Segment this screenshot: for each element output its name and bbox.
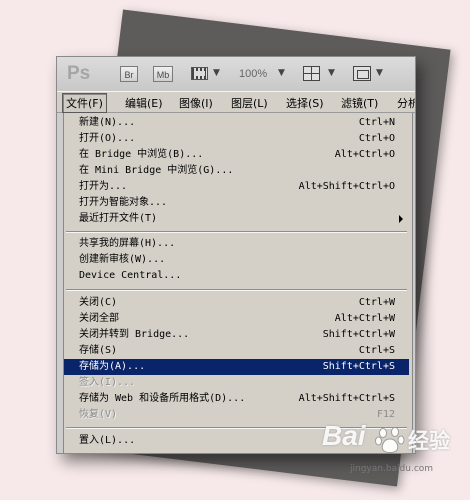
menu-item-shortcut: Shift+Ctrl+W (322, 329, 395, 340)
menu-item-label: 最近打开文件(T) (79, 213, 158, 224)
menu-item-label: 打开为... (79, 181, 128, 192)
menu-item-label: 打开(O)... (79, 133, 136, 144)
chevron-down-icon[interactable]: ▼ (376, 68, 383, 78)
menu-item-shortcut: Alt+Shift+Ctrl+S (298, 393, 395, 404)
watermark-logo-text: Bai (322, 420, 366, 451)
menu-file[interactable]: 文件(F) (62, 93, 107, 113)
menu-item-device-central[interactable]: Device Central... (64, 268, 409, 284)
menu-item-label: 存储为 Web 和设备所用格式(D)... (79, 393, 246, 404)
menu-item-new[interactable]: 新建(N)... Ctrl+N (64, 115, 409, 131)
menu-item-label: 创建新审核(W)... (79, 254, 166, 265)
menu-item-browse-mini-bridge[interactable]: 在 Mini Bridge 中浏览(G)... (64, 163, 409, 179)
menu-item-create-review[interactable]: 创建新审核(W)... (64, 252, 409, 268)
ps-logo: Ps (67, 63, 91, 84)
watermark-brand-text: 经验 (408, 429, 450, 453)
menu-item-open-recent[interactable]: 最近打开文件(T) (64, 211, 409, 227)
menu-item-shortcut: Alt+Ctrl+W (334, 313, 395, 324)
menu-analysis[interactable]: 分析 (397, 95, 415, 111)
menu-separator (66, 231, 407, 233)
menu-item-label: 关闭并转到 Bridge... (79, 329, 190, 340)
menu-item-save-for-web[interactable]: 存储为 Web 和设备所用格式(D)... Alt+Shift+Ctrl+S (64, 391, 409, 407)
menu-item-label: 关闭全部 (79, 313, 119, 324)
menu-item-open-as[interactable]: 打开为... Alt+Shift+Ctrl+O (64, 179, 409, 195)
menu-item-browse-bridge[interactable]: 在 Bridge 中浏览(B)... Alt+Ctrl+O (64, 147, 409, 163)
baidu-jingyan-watermark: Bai 经验 jingyan.baidu.com (322, 414, 462, 490)
file-menu-dropdown: 新建(N)... Ctrl+N 打开(O)... Ctrl+O 在 Bridge 中… (63, 113, 413, 453)
application-bar: Ps Br Mb ▼ 100% ▼ ▼ ▼ (57, 57, 415, 91)
menu-item-close[interactable]: 关闭(C) Ctrl+W (64, 295, 409, 311)
menu-item-label: Device Central... (79, 270, 182, 281)
menu-edit[interactable]: 编辑(E) (125, 95, 163, 111)
menu-item-shortcut: Alt+Ctrl+O (334, 149, 395, 160)
menu-item-shortcut: Shift+Ctrl+S (322, 361, 395, 372)
menu-item-label: 共享我的屏幕(H)... (79, 238, 176, 249)
menu-item-label: 置入(L)... (79, 435, 136, 446)
menu-separator (66, 289, 407, 291)
photoshop-window: Ps Br Mb ▼ 100% ▼ ▼ ▼ 文件(F) 编辑(E) 图像(I) … (56, 56, 416, 454)
menu-item-shortcut: Alt+Shift+Ctrl+O (298, 181, 395, 192)
menu-item-label: 关闭(C) (79, 297, 118, 308)
arrange-documents-icon[interactable] (303, 66, 320, 81)
menu-item-label: 恢复(V) (79, 409, 118, 420)
menu-item-label: 在 Mini Bridge 中浏览(G)... (79, 165, 234, 176)
screen-mode-icon[interactable] (353, 66, 371, 81)
menu-item-close-all[interactable]: 关闭全部 Alt+Ctrl+W (64, 311, 409, 327)
menu-item-label: 签入(I)... (79, 377, 136, 388)
watermark-url: jingyan.baidu.com (350, 464, 434, 474)
menu-image[interactable]: 图像(I) (179, 95, 213, 111)
menu-item-label: 存储为(A)... (79, 361, 146, 372)
menu-item-shortcut: Ctrl+O (358, 133, 395, 144)
menu-item-check-in: 签入(I)... (64, 375, 409, 391)
submenu-arrow-icon (399, 215, 403, 223)
menu-item-save[interactable]: 存储(S) Ctrl+S (64, 343, 409, 359)
view-extras-icon[interactable] (191, 67, 208, 80)
menu-bar: 文件(F) 编辑(E) 图像(I) 图层(L) 选择(S) 滤镜(T) 分析 (57, 91, 415, 113)
zoom-level[interactable]: 100% (239, 68, 267, 80)
bridge-button[interactable]: Br (120, 66, 138, 82)
menu-item-shortcut: Ctrl+W (358, 297, 395, 308)
menu-item-label: 新建(N)... (79, 117, 136, 128)
paw-icon (375, 427, 405, 453)
menu-filter[interactable]: 滤镜(T) (341, 95, 378, 111)
menu-item-share-screen[interactable]: 共享我的屏幕(H)... (64, 236, 409, 252)
menu-select[interactable]: 选择(S) (286, 95, 324, 111)
menu-item-label: 在 Bridge 中浏览(B)... (79, 149, 204, 160)
menu-item-shortcut: Ctrl+N (358, 117, 395, 128)
menu-item-label: 打开为智能对象... (79, 197, 168, 208)
menu-item-label: 存储(S) (79, 345, 118, 356)
menu-item-shortcut: Ctrl+S (358, 345, 395, 356)
menu-item-open-smart-object[interactable]: 打开为智能对象... (64, 195, 409, 211)
menu-layer[interactable]: 图层(L) (231, 95, 268, 111)
menu-item-save-as[interactable]: 存储为(A)... Shift+Ctrl+S (64, 359, 409, 375)
menu-item-open[interactable]: 打开(O)... Ctrl+O (64, 131, 409, 147)
chevron-down-icon[interactable]: ▼ (328, 68, 335, 78)
chevron-down-icon[interactable]: ▼ (278, 68, 285, 78)
mini-bridge-button[interactable]: Mb (153, 66, 173, 82)
menu-item-close-go-bridge[interactable]: 关闭并转到 Bridge... Shift+Ctrl+W (64, 327, 409, 343)
chevron-down-icon[interactable]: ▼ (213, 68, 220, 78)
